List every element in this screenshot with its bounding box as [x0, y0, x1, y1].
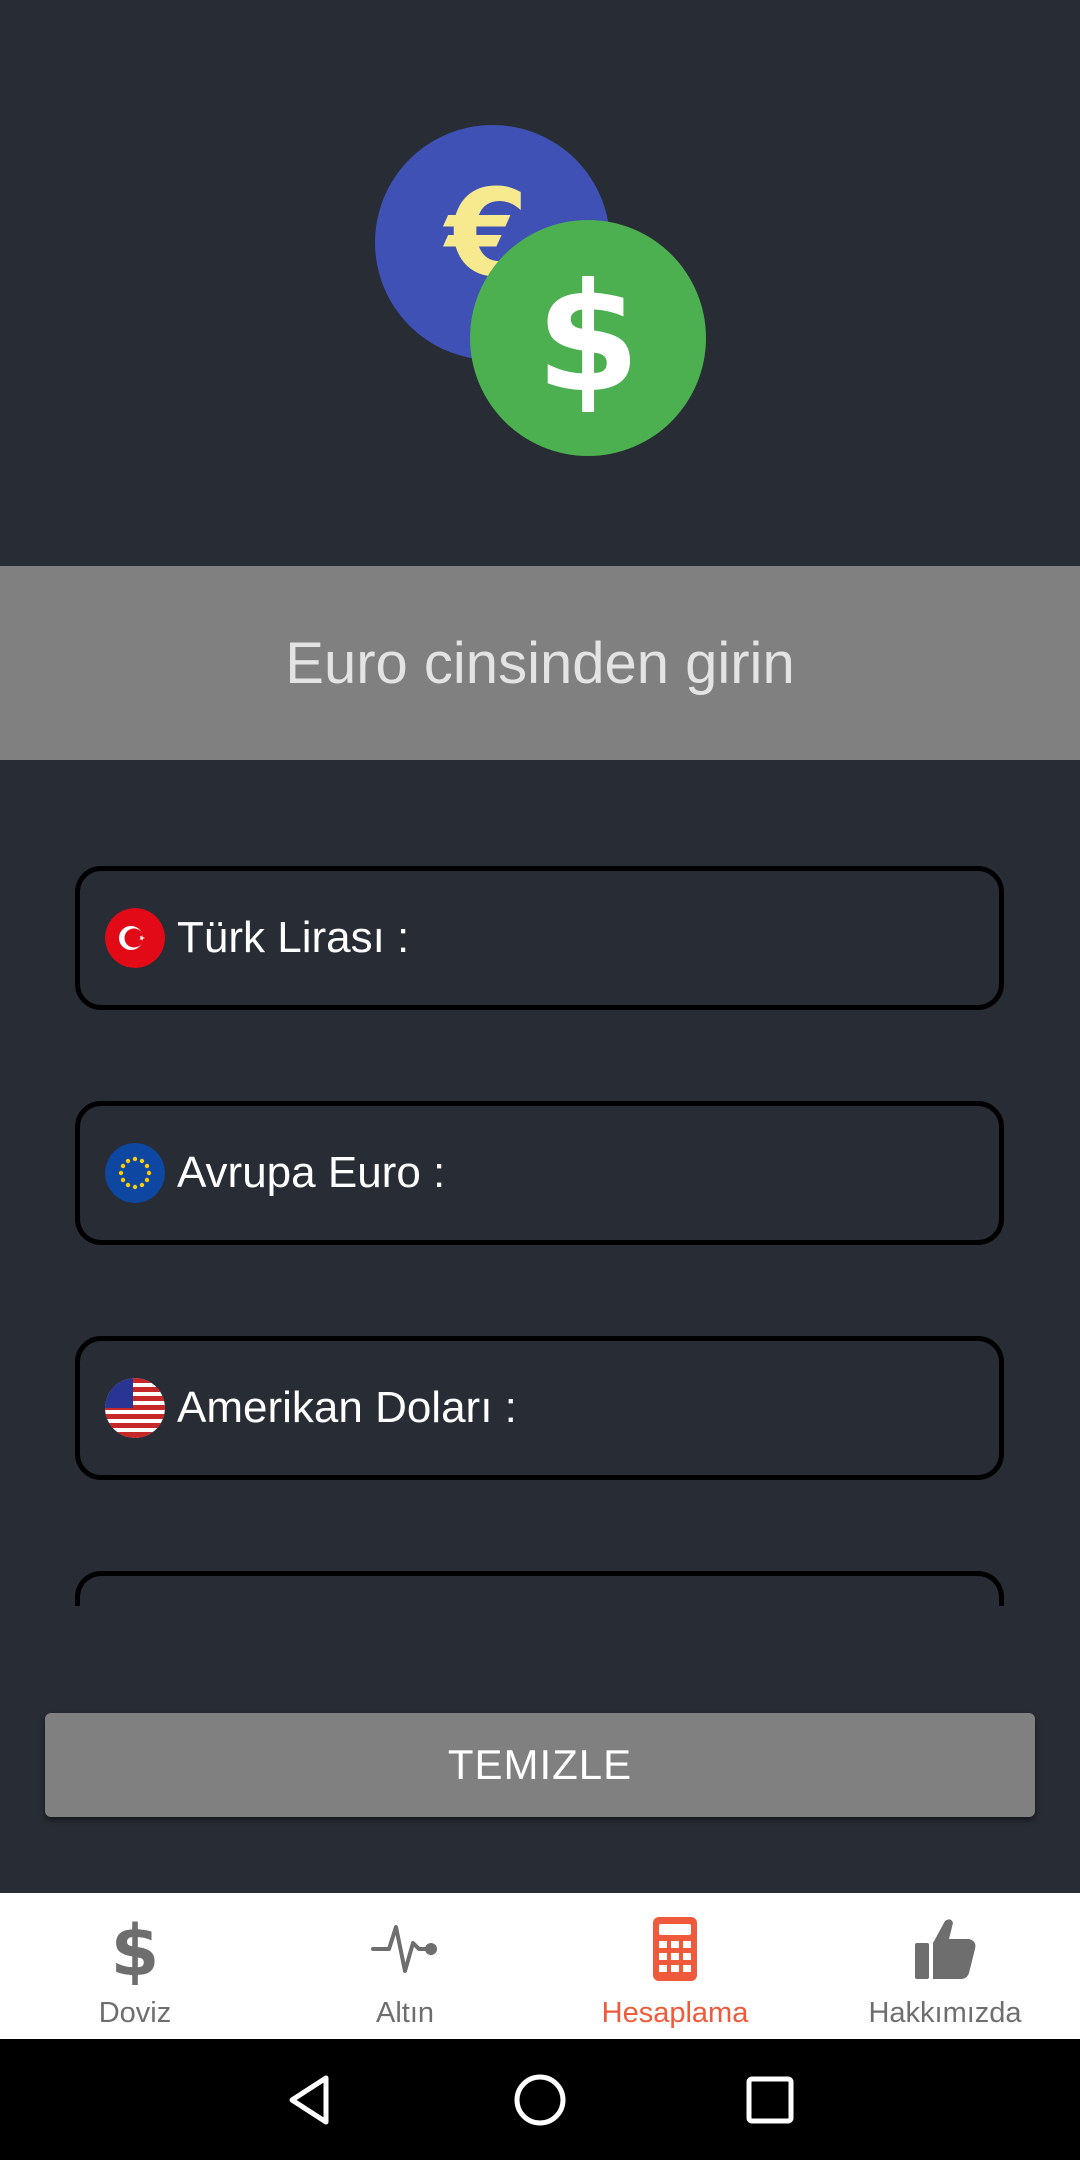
- nav-item-altin[interactable]: Altın: [270, 1893, 540, 2039]
- eur-amount-input[interactable]: [177, 1106, 999, 1240]
- svg-text:$: $: [111, 1913, 160, 1985]
- recents-icon[interactable]: [740, 2070, 800, 2130]
- nav-label: Hesaplama: [601, 1997, 749, 2029]
- thumbs-up-icon: [909, 1913, 981, 1985]
- try-amount-input[interactable]: [177, 871, 999, 1005]
- try-amount-field[interactable]: [75, 866, 1004, 1010]
- usd-amount-input[interactable]: [177, 1341, 999, 1475]
- bottom-navigation: $ Doviz Altın Hesaplama Hakkımızda: [0, 1893, 1080, 2039]
- currency-logo: € $: [0, 0, 1080, 566]
- eu-flag-icon: [105, 1143, 165, 1203]
- svg-text:$: $: [536, 252, 640, 426]
- calculator-icon: [639, 1913, 711, 1985]
- nav-label: Hakkımızda: [868, 1997, 1022, 2029]
- nav-item-hakkimizda[interactable]: Hakkımızda: [810, 1893, 1080, 2039]
- turkey-flag-icon: [105, 908, 165, 968]
- nav-label: Doviz: [98, 1997, 172, 2029]
- pulse-icon: [369, 1913, 441, 1985]
- prompt-text: Euro cinsinden girin: [285, 630, 795, 696]
- calculator-screen: € $ Euro cinsinden girin Türk Lirası: A…: [0, 0, 1080, 2160]
- back-icon[interactable]: [280, 2070, 340, 2130]
- nav-item-hesaplama[interactable]: Hesaplama: [540, 1893, 810, 2039]
- nav-item-doviz[interactable]: $ Doviz: [0, 1893, 270, 2039]
- home-icon[interactable]: [510, 2070, 570, 2130]
- input-currency-prompt: Euro cinsinden girin: [0, 566, 1080, 760]
- dollar-coin-icon: $: [470, 220, 706, 456]
- nav-label: Altın: [375, 1997, 435, 2029]
- system-navigation-bar: [0, 2039, 1080, 2160]
- eur-amount-field[interactable]: [75, 1101, 1004, 1245]
- us-flag-icon: [105, 1378, 165, 1438]
- list-clip: [0, 1606, 1080, 1666]
- usd-amount-field[interactable]: [75, 1336, 1004, 1480]
- clear-button[interactable]: TEMIZLE: [45, 1713, 1035, 1817]
- dollar-icon: $: [99, 1913, 171, 1985]
